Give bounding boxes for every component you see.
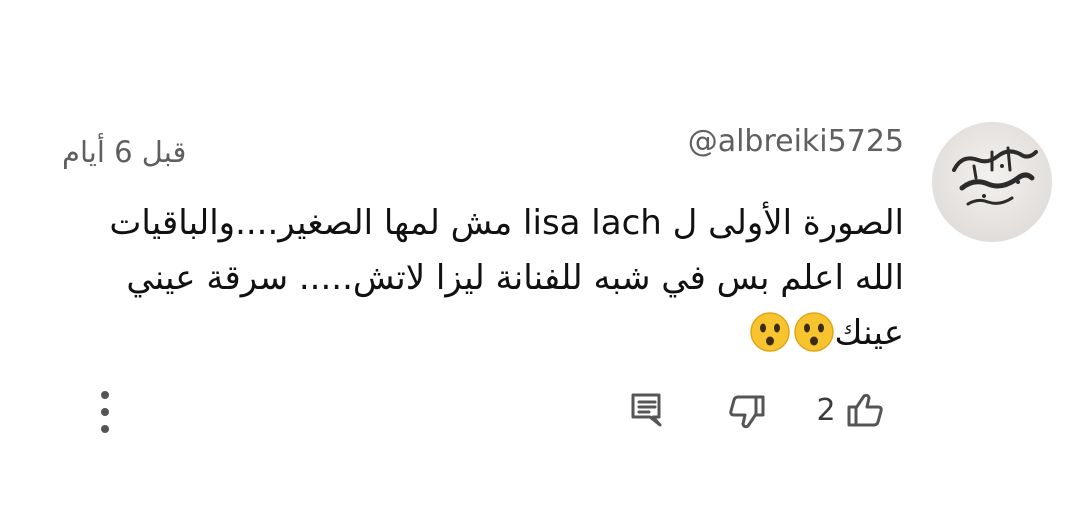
reply-comment-icon — [631, 393, 662, 427]
comment-author[interactable]: @albreiki5725 — [652, 122, 904, 162]
comment-line-3: عينك — [100, 306, 904, 361]
reply-button[interactable] — [630, 392, 664, 428]
comment-body: الصورة الأولى ل lisa lach مش لمها الصغير… — [100, 196, 904, 361]
hushed-face-emoji-icon — [749, 311, 791, 353]
more-vertical-icon — [101, 391, 109, 433]
more-options-button[interactable] — [94, 388, 116, 436]
comment-line-3-text: عينك — [834, 313, 904, 353]
thumbs-up-icon — [847, 393, 883, 427]
like-button[interactable] — [846, 392, 884, 428]
thumbs-down-icon — [729, 395, 765, 429]
comment-timestamp: قبل 6 أيام — [62, 135, 187, 169]
dislike-button[interactable] — [728, 394, 766, 430]
avatar-calligraphy-image — [952, 146, 1038, 206]
avatar[interactable] — [932, 122, 1052, 242]
comment-card: @albreiki5725 قبل 6 أيام الصورة الأولى ل… — [0, 0, 1080, 527]
comment-line-1: الصورة الأولى ل lisa lach مش لمها الصغير… — [109, 203, 904, 243]
like-count: 2 — [816, 393, 836, 428]
hushed-face-emoji-icon — [793, 311, 835, 353]
comment-line-2: الله اعلم بس في شبه للفنانة ليزا لاتش...… — [126, 258, 904, 298]
